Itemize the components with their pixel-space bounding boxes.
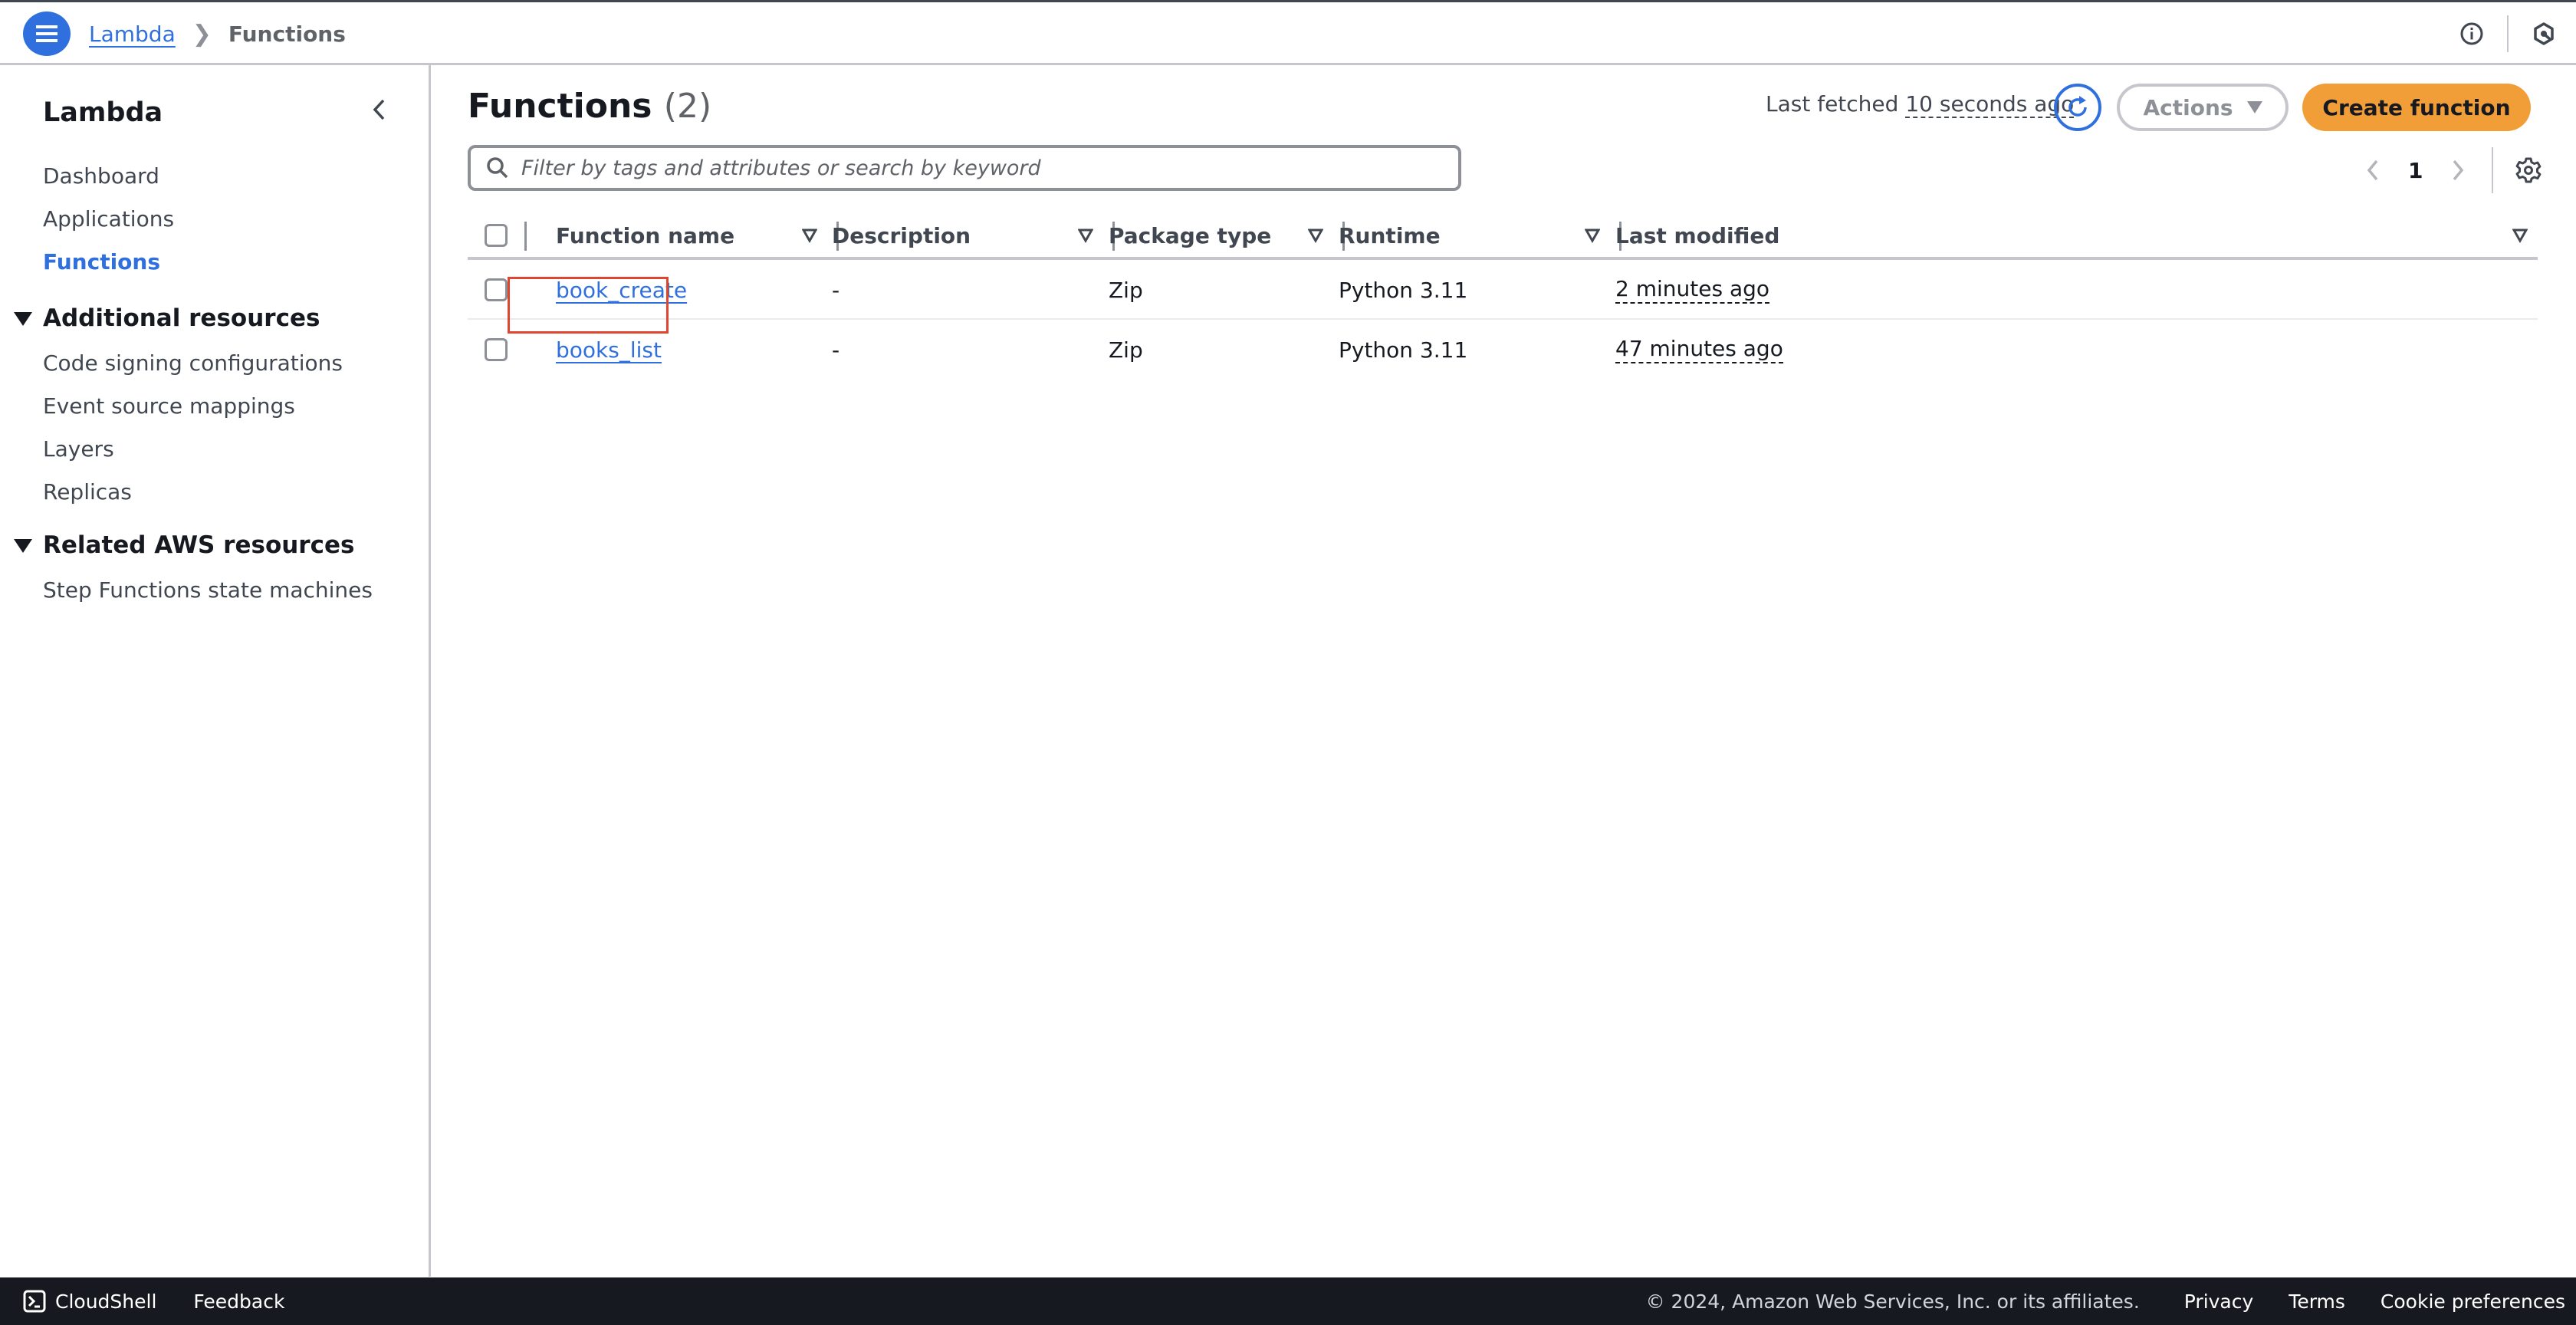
row-checkbox[interactable] [485,278,508,301]
row-checkbox[interactable] [485,338,508,361]
column-header-description[interactable]: Description [832,223,971,248]
pagination: 1 [2358,147,2544,193]
description-cell: - [832,337,840,363]
package-type-cell: Zip [1109,277,1143,303]
notifications-hex-icon [2534,22,2554,45]
breadcrumb-current: Functions [228,21,346,47]
next-page-button[interactable] [2443,151,2473,189]
actions-dropdown-button[interactable]: Actions [2117,84,2288,131]
functions-table: Function name Description Package type R… [468,211,2538,380]
copyright-text: © 2024, Amazon Web Services, Inc. or its… [1645,1290,2140,1313]
menu-icon [36,25,58,42]
create-function-button[interactable]: Create function [2302,84,2531,131]
cloudshell-button[interactable]: CloudShell [23,1290,156,1313]
notifications-button[interactable] [2527,17,2561,51]
column-header-function-name[interactable]: Function name [556,211,734,260]
divider [2507,15,2509,52]
last-modified-cell: 47 minutes ago [1615,336,1783,363]
column-header-runtime[interactable]: Runtime [1339,211,1441,260]
cookie-preferences-link[interactable]: Cookie preferences [2380,1290,2565,1313]
footer: CloudShell Feedback © 2024, Amazon Web S… [0,1277,2576,1325]
last-fetched-value: 10 seconds ago [1905,91,2075,118]
caret-down-icon [14,539,32,553]
section-title: Related AWS resources [43,531,355,559]
sort-icon[interactable] [1585,228,1600,243]
function-name-link[interactable]: books_list [556,337,662,363]
section-title: Additional resources [43,304,320,332]
feedback-link[interactable]: Feedback [193,1290,284,1313]
info-button[interactable] [2455,17,2489,51]
search-icon [487,157,508,179]
search-field [468,145,1461,191]
top-navigation-bar: Lambda ❯ Functions [0,2,2576,65]
sort-icon[interactable] [1078,228,1093,243]
sidebar-item-functions[interactable]: Functions [43,249,160,275]
cloudshell-label: CloudShell [55,1290,157,1313]
terminal-icon [23,1290,46,1313]
chevron-right-icon: ❯ [192,21,212,48]
chevron-left-icon [2367,159,2378,181]
footer-right: © 2024, Amazon Web Services, Inc. or its… [1646,1290,2565,1313]
runtime-cell: Python 3.11 [1339,277,1468,303]
actions-label: Actions [2143,94,2233,120]
select-all-checkbox[interactable] [485,224,508,247]
table-settings-button[interactable] [2513,151,2544,189]
sidebar-item-event-source-mappings[interactable]: Event source mappings [43,393,295,419]
table-header: Function name Description Package type R… [468,211,2538,260]
function-count: (2) [663,87,712,126]
runtime-cell: Python 3.11 [1339,337,1468,363]
sidebar-item-code-signing[interactable]: Code signing configurations [43,350,343,376]
column-header-description-wrap: Description [832,211,971,260]
gear-icon [2516,157,2542,183]
column-header-last-modified[interactable]: Last modified [1615,211,1779,260]
sidebar-item-layers[interactable]: Layers [43,436,114,462]
description-cell: - [832,277,840,303]
sort-icon[interactable] [802,228,817,243]
terms-link[interactable]: Terms [2288,1290,2345,1313]
sort-icon[interactable] [1308,228,1323,243]
table-row: books_list - Zip Python 3.11 47 minutes … [468,320,2538,380]
privacy-link[interactable]: Privacy [2184,1290,2254,1313]
caret-down-icon [2246,101,2262,113]
main-content: Functions (2) Last fetched 10 seconds ag… [433,65,2576,1277]
breadcrumb-lambda-link[interactable]: Lambda [89,21,176,47]
column-separator [524,222,527,251]
collapse-sidebar-button[interactable] [368,96,391,127]
sidebar-item-step-functions[interactable]: Step Functions state machines [43,577,373,603]
last-modified-cell: 2 minutes ago [1615,276,1770,304]
footer-left: CloudShell Feedback [23,1290,284,1313]
sidebar-item-replicas[interactable]: Replicas [43,479,132,505]
last-fetched-label: Last fetched [1766,91,1899,117]
sidebar-item-applications[interactable]: Applications [43,206,174,232]
refresh-icon [2068,96,2087,117]
table-row: book_create - Zip Python 3.11 2 minutes … [468,260,2538,320]
chevron-left-icon [373,99,385,120]
sidebar-item-dashboard[interactable]: Dashboard [43,163,159,189]
top-right-tools [2455,2,2576,65]
function-name-link[interactable]: book_create [556,278,687,303]
side-navigation: Lambda Dashboard Applications Functions … [0,65,431,1277]
info-icon [2460,22,2483,45]
sidebar-section-related-aws-resources[interactable]: Related AWS resources [14,531,354,559]
sidebar-title: Lambda [43,97,163,128]
breadcrumb: Lambda ❯ Functions [89,21,346,48]
page-title-text: Functions [468,87,652,126]
caret-down-icon [14,312,32,326]
package-type-cell: Zip [1109,337,1143,363]
divider [2492,147,2494,193]
search-input[interactable] [521,156,1458,180]
chevron-right-icon [2453,159,2464,181]
previous-page-button[interactable] [2358,151,2388,189]
refresh-button[interactable] [2054,84,2101,131]
menu-button[interactable] [23,12,71,56]
sidebar-section-additional-resources[interactable]: Additional resources [14,304,320,332]
sort-icon[interactable] [2512,228,2528,243]
page-number[interactable]: 1 [2408,158,2423,183]
last-fetched: Last fetched 10 seconds ago [1766,91,2075,118]
page-title: Functions (2) [468,87,711,126]
column-header-package-type[interactable]: Package type [1109,211,1271,260]
